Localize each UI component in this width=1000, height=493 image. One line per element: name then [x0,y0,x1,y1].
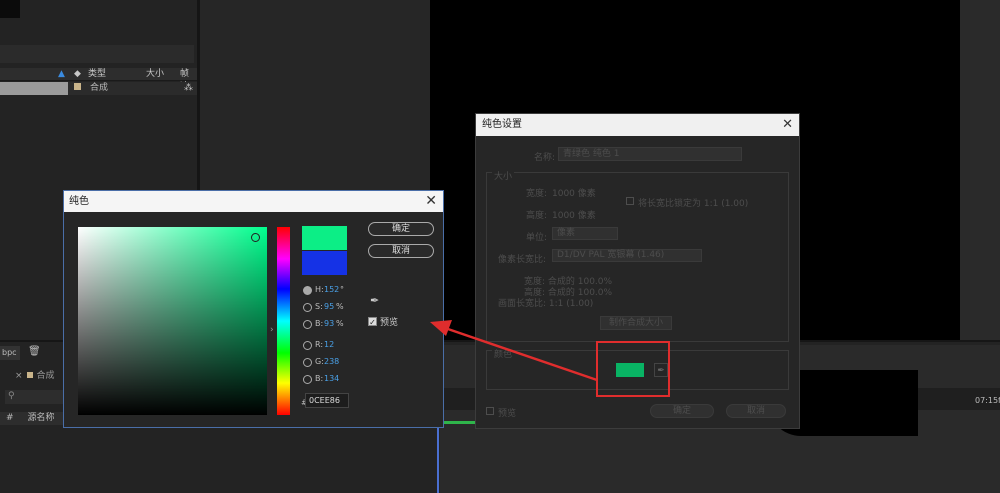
close-icon[interactable]: ✕ [782,114,793,136]
color-picker-dialog: 纯色 ✕ › H: 152 ° S: 95 % B: 93 % R: 12 G:… [63,190,444,428]
hex-input[interactable]: 0CEE86 [305,393,349,408]
pixel-aspect-select[interactable]: D1/DV PAL 宽银幕 (1.46) [552,249,702,262]
lock-aspect-label: 将长宽比锁定为 1:1 (1.00) [638,199,749,209]
picker-cancel-button[interactable]: 取消 [368,244,434,258]
h-label: H: [315,285,324,294]
h-value[interactable]: 152 [324,285,339,294]
blue-value[interactable]: 134 [324,374,339,383]
project-thumbnail [0,0,20,18]
r-value[interactable]: 12 [324,340,334,349]
solid-cancel-button[interactable]: 取消 [726,404,786,418]
g-label: G: [315,357,324,366]
color-picker-title: 纯色 [64,191,443,212]
b-value[interactable]: 93 [324,319,334,328]
lock-aspect-checkbox[interactable] [626,197,634,205]
solid-preview-label: 预览 [498,409,517,419]
work-area-bar[interactable] [440,421,480,424]
picker-ok-button[interactable]: 确定 [368,222,434,236]
frame-aspect-ratio: 画面长宽比: 1:1 (1.00) [498,299,594,309]
new-color-swatch [302,226,347,250]
close-icon[interactable]: ✕ [425,191,437,212]
s-unit: % [336,302,344,311]
height-label: 高度: [526,211,548,221]
make-comp-size-button[interactable]: 制作合成大小 [600,316,672,330]
solid-ok-button[interactable]: 确定 [650,404,714,418]
label-color-swatch [74,83,81,90]
b-radio[interactable] [303,320,312,329]
trash-icon[interactable]: 🗑 [28,346,41,357]
bpc-button[interactable]: bpc [0,346,20,360]
column-source-name[interactable]: 源名称 [14,413,55,423]
s-value[interactable]: 95 [324,302,334,311]
h-unit: ° [340,285,344,294]
preview-checkbox[interactable]: ✓ [368,317,377,327]
color-group-label: 颜色 [492,347,515,360]
s-label: S: [315,302,323,311]
pixel-aspect-label: 像素长宽比: [498,255,547,265]
size-group-label: 大小 [492,169,515,182]
column-index: # [6,413,14,423]
column-size[interactable]: 大小 [146,68,164,81]
item-type: 合成 [90,83,109,93]
hue-slider-handle[interactable]: › [270,325,274,335]
comp-color-icon [26,372,33,378]
original-color-swatch[interactable] [302,251,347,275]
g-value[interactable]: 238 [324,357,339,366]
r-radio[interactable] [303,341,312,350]
solid-settings-title: 纯色设置 [476,114,799,136]
unit-label: 单位: [526,233,548,243]
close-icon[interactable]: × [15,371,23,381]
saturation-brightness-field[interactable] [78,227,267,415]
eyedropper-icon[interactable]: ✒ [370,294,379,307]
sort-arrow-icon[interactable]: ▲ [58,68,65,81]
width-label: 宽度: [526,189,548,199]
comp-tab-label: 合成 [36,371,55,381]
annotation-highlight-box [596,341,670,397]
search-icon: ⚲ [8,391,15,401]
g-radio[interactable] [303,358,312,367]
flowchart-icon[interactable]: ⁂ [184,82,193,95]
ruler-time-label: 07:15f [975,396,1000,405]
width-value[interactable]: 1000 像素 [552,186,596,199]
preview-label: 预览 [380,318,399,328]
b-label: B: [315,319,324,328]
column-type[interactable]: 类型 [88,68,106,81]
color-cursor[interactable] [251,233,260,242]
name-label: 名称: [534,153,556,163]
right-panel [960,0,1000,340]
b-unit: % [336,319,344,328]
project-column-header: ▲ ◆ 类型 大小 帧速 [0,68,197,92]
hue-slider[interactable] [277,227,290,415]
label-tag-icon: ◆ [74,69,81,79]
unit-select[interactable]: 像素 [552,227,618,240]
s-radio[interactable] [303,303,312,312]
height-value[interactable]: 1000 像素 [552,208,596,221]
r-label: R: [315,340,324,349]
layer-column-header: # 源名称 [0,412,64,425]
name-input[interactable]: 青绿色 纯色 1 [558,147,742,161]
blue-label: B: [315,374,324,383]
project-item-selected[interactable] [0,82,68,95]
project-search-field[interactable] [0,45,194,63]
blue-radio[interactable] [303,375,312,384]
solid-preview-checkbox[interactable] [486,407,494,415]
timeline-comp-tab[interactable]: × 合成 [15,368,55,381]
h-radio[interactable] [303,286,312,295]
